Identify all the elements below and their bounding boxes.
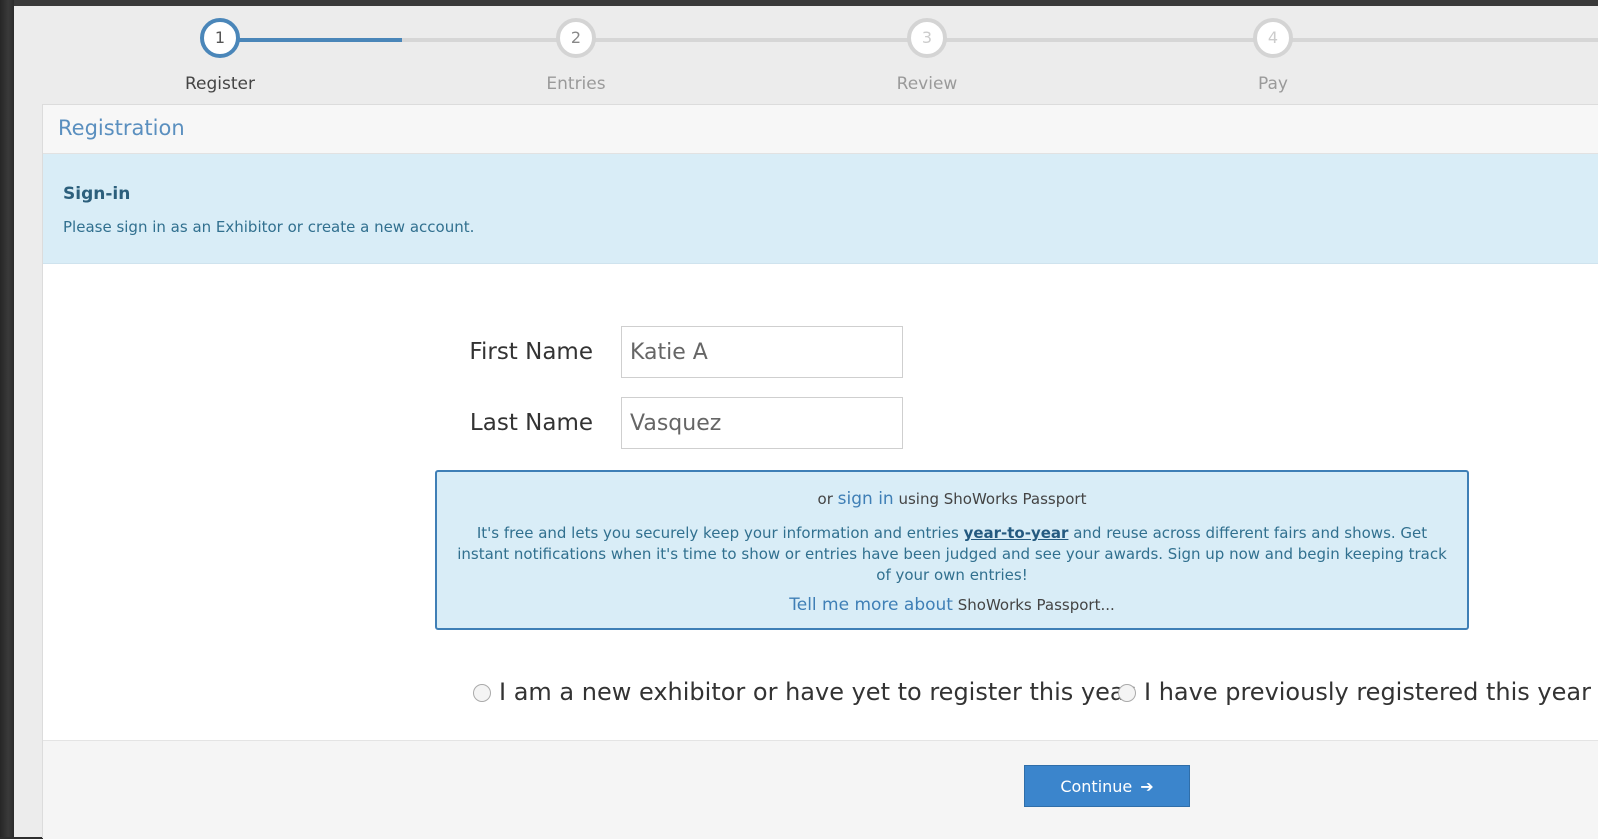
new-exhibitor-label: I am a new exhibitor or have yet to regi… [499, 678, 1135, 706]
panel-title: Registration [43, 105, 1598, 154]
registration-panel: Registration Sign-in Please sign in as a… [42, 104, 1598, 839]
step-3-label: Review [896, 74, 958, 94]
window-left-edge [0, 0, 14, 837]
registration-page: 1 Register 2 Entries 3 Review 4 Pay Regi… [14, 6, 1598, 839]
previously-registered-option[interactable]: I have previously registered this year [1118, 678, 1591, 706]
alert-title: Sign-in [63, 184, 131, 204]
new-exhibitor-radio[interactable] [473, 684, 491, 702]
last-name-input[interactable] [621, 397, 903, 449]
using-passport-text: using ShoWorks Passport [898, 490, 1087, 508]
passport-more-line: Tell me more about ShoWorks Passport... [437, 595, 1467, 615]
step-4-label: Pay [1258, 74, 1288, 94]
continue-button[interactable]: Continue ➔ [1024, 765, 1190, 807]
year-to-year-link[interactable]: year-to-year [964, 524, 1069, 542]
alert-text: Please sign in as an Exhibitor or create… [63, 218, 475, 236]
sign-in-alert: Sign-in Please sign in as an Exhibitor o… [43, 154, 1598, 264]
sign-in-link[interactable]: sign in [838, 489, 894, 509]
step-2-label: Entries [546, 74, 606, 94]
step-3-circle[interactable]: 3 [907, 18, 947, 58]
progress-track-filled [222, 38, 402, 42]
tell-me-more-link[interactable]: Tell me more about [789, 595, 953, 615]
passport-description: It's free and lets you securely keep you… [457, 523, 1447, 586]
step-4-circle[interactable]: 4 [1253, 18, 1293, 58]
previously-registered-radio[interactable] [1118, 684, 1136, 702]
arrow-right-icon: ➔ [1140, 777, 1154, 796]
step-1-label: Register [185, 74, 255, 94]
continue-label: Continue [1060, 777, 1133, 796]
step-2-circle[interactable]: 2 [556, 18, 596, 58]
or-text: or [817, 490, 833, 508]
progress-steps: 1 Register 2 Entries 3 Review 4 Pay [14, 6, 1598, 106]
passport-info-box: or sign in using ShoWorks Passport It's … [435, 470, 1469, 630]
first-name-label: First Name [469, 339, 593, 365]
panel-footer: Continue ➔ [43, 740, 1598, 839]
previously-registered-label: I have previously registered this year [1144, 678, 1591, 706]
passport-sign-in-line: or sign in using ShoWorks Passport [437, 489, 1467, 509]
step-1-circle[interactable]: 1 [200, 18, 240, 58]
new-exhibitor-option[interactable]: I am a new exhibitor or have yet to regi… [473, 678, 1134, 706]
passport-body-start: It's free and lets you securely keep you… [476, 524, 959, 542]
last-name-label: Last Name [469, 410, 593, 436]
first-name-input[interactable] [621, 326, 903, 378]
passport-more-suffix: ShoWorks Passport... [957, 596, 1115, 614]
